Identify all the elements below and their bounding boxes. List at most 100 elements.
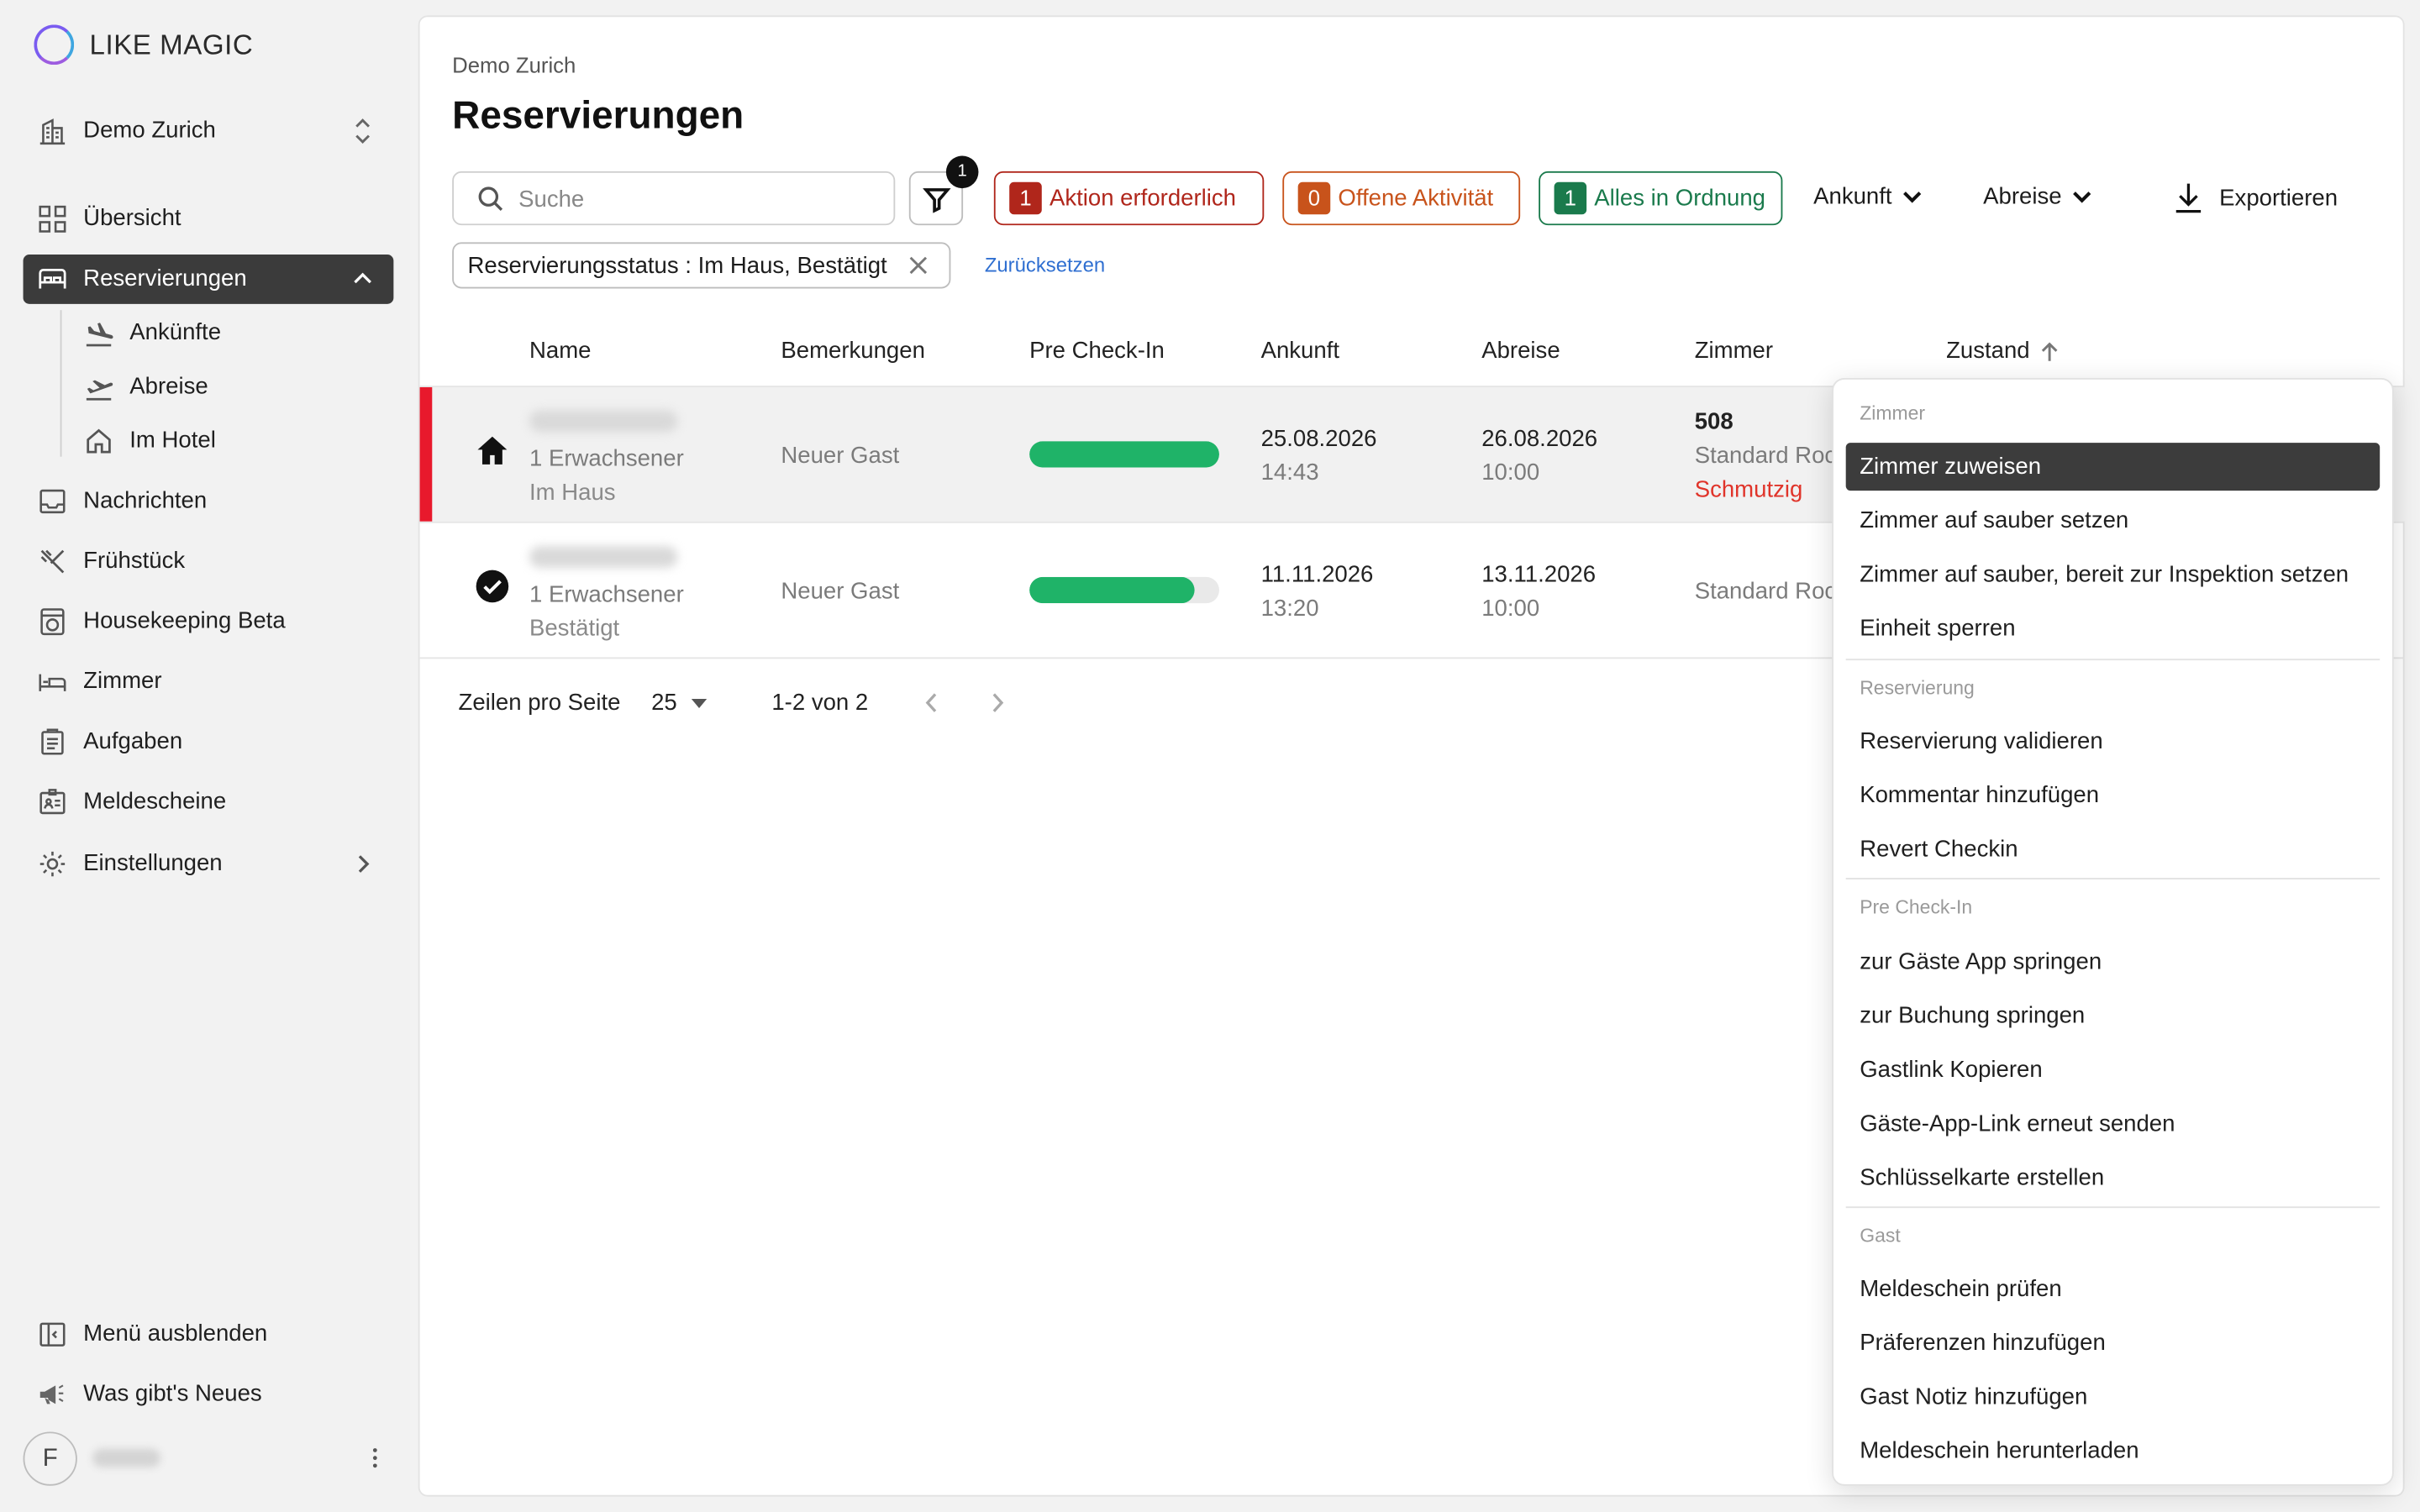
breadcrumb[interactable]: Demo Zurich xyxy=(452,52,576,76)
collapse-menu-button[interactable]: Menü ausblenden xyxy=(24,1310,394,1359)
caret-down-icon xyxy=(691,698,707,708)
sidebar-item-label: Nachrichten xyxy=(83,487,208,514)
column-header-arrival[interactable]: Ankunft xyxy=(1261,338,1339,364)
room-number: 508 xyxy=(1694,408,1733,435)
grid-icon xyxy=(37,203,68,234)
pill-count: 1 xyxy=(1554,181,1587,215)
dropdown-label: Ankunft xyxy=(1813,183,1892,210)
gear-icon xyxy=(37,848,68,879)
sidebar-item-label: Frühstück xyxy=(83,548,186,575)
menu-item-add-comment[interactable]: Kommentar hinzufügen xyxy=(1846,771,2380,819)
property-selector[interactable]: Demo Zurich xyxy=(24,107,394,156)
sidebar-item-rooms[interactable]: Zimmer xyxy=(24,657,394,706)
export-button[interactable]: Exportieren xyxy=(2173,181,2338,214)
pill-count: 0 xyxy=(1297,181,1331,215)
download-icon xyxy=(2173,181,2204,214)
close-icon[interactable] xyxy=(908,255,929,276)
column-header-notes[interactable]: Bemerkungen xyxy=(781,338,925,364)
menu-item-assign-room[interactable]: Zimmer zuweisen xyxy=(1845,443,2381,491)
guest-name-blurred xyxy=(529,410,678,433)
sidebar-item-label: Reservierungen xyxy=(83,265,247,292)
menu-item-add-guest-note[interactable]: Gast Notiz hinzufügen xyxy=(1846,1373,2380,1421)
sidebar-item-label: Im Hotel xyxy=(129,427,216,454)
pill-label: Offene Aktivität xyxy=(1338,185,1494,212)
sidebar-collapse-icon xyxy=(37,1319,68,1350)
whats-new-button[interactable]: Was gibt's Neues xyxy=(24,1370,394,1420)
sidebar-item-reservations[interactable]: Reservierungen xyxy=(23,255,394,304)
pill-label: Alles in Ordnung xyxy=(1594,185,1766,212)
user-name-blurred xyxy=(92,1448,161,1467)
brand-logo[interactable]: LIKE MAGIC xyxy=(34,24,254,66)
more-vertical-icon[interactable] xyxy=(371,1444,380,1472)
progress-fill xyxy=(1029,441,1219,468)
rows-per-page-select[interactable]: 25 xyxy=(651,690,707,716)
column-header-label: Zustand xyxy=(1946,338,2030,365)
menu-item-create-keycard[interactable]: Schlüsselkarte erstellen xyxy=(1846,1154,2380,1202)
page-title: Reservierungen xyxy=(452,94,744,138)
column-header-departure[interactable]: Abreise xyxy=(1481,338,1560,364)
chevron-right-icon xyxy=(356,853,371,875)
arrival-dropdown[interactable]: Ankunft xyxy=(1813,184,1923,210)
status-pill-action-required[interactable]: 1 Aktion erforderlich xyxy=(993,171,1265,226)
menu-item-add-preferences[interactable]: Präferenzen hinzufügen xyxy=(1846,1319,2380,1367)
next-page-icon[interactable] xyxy=(991,691,1006,715)
menu-item-check-registration[interactable]: Meldeschein prüfen xyxy=(1846,1265,2380,1313)
search-input[interactable] xyxy=(518,180,874,218)
search-field[interactable] xyxy=(452,171,896,226)
brand-name: LIKE MAGIC xyxy=(89,28,254,60)
departure-time: 10:00 xyxy=(1481,595,1540,622)
column-header-name[interactable]: Name xyxy=(529,338,591,364)
sidebar-item-housekeeping[interactable]: Housekeeping Beta xyxy=(24,597,394,647)
search-icon xyxy=(477,185,505,213)
rows-per-page-value: 25 xyxy=(651,690,677,717)
reset-filters-link[interactable]: Zurücksetzen xyxy=(985,253,1105,276)
room-condition: Schmutzig xyxy=(1694,476,1803,503)
sidebar-item-settings[interactable]: Einstellungen xyxy=(24,839,394,889)
reservation-state: Im Haus xyxy=(529,480,616,507)
menu-item-validate-reservation[interactable]: Reservierung validieren xyxy=(1846,717,2380,765)
menu-item-lock-unit[interactable]: Einheit sperren xyxy=(1846,605,2380,653)
departure-dropdown[interactable]: Abreise xyxy=(1983,184,2092,210)
column-header-room[interactable]: Zimmer xyxy=(1695,338,1773,364)
logo-ring-icon xyxy=(34,24,75,66)
menu-divider xyxy=(1845,878,2381,879)
sidebar-item-messages[interactable]: Nachrichten xyxy=(24,477,394,527)
sidebar-item-label: Housekeeping Beta xyxy=(83,607,286,634)
remark: Neuer Gast xyxy=(781,578,900,605)
guest-name-blurred xyxy=(529,546,678,568)
filter-count-badge: 1 xyxy=(945,155,979,189)
avatar[interactable]: F xyxy=(23,1431,77,1486)
bed-frame-icon xyxy=(37,666,68,697)
sidebar-item-label: Übersicht xyxy=(83,205,182,232)
chevron-down-icon xyxy=(1902,189,1923,204)
menu-item-open-guest-app[interactable]: zur Gäste App springen xyxy=(1846,938,2380,986)
washing-machine-icon xyxy=(37,606,68,638)
pill-count: 1 xyxy=(1009,181,1042,215)
menu-item-set-room-clean[interactable]: Zimmer auf sauber setzen xyxy=(1846,496,2380,544)
status-pill-all-ok[interactable]: 1 Alles in Ordnung xyxy=(1539,171,1783,226)
previous-page-icon[interactable] xyxy=(923,691,938,715)
menu-divider xyxy=(1845,659,2381,661)
menu-item-copy-guest-link[interactable]: Gastlink Kopieren xyxy=(1846,1046,2380,1094)
dropdown-label: Abreise xyxy=(1983,183,2062,210)
menu-item-set-room-inspect[interactable]: Zimmer auf sauber, bereit zur Inspektion… xyxy=(1846,551,2380,599)
arrival-time: 13:20 xyxy=(1260,595,1319,622)
sidebar-item-registration-forms[interactable]: Meldescheine xyxy=(24,778,394,827)
active-filter-chip[interactable]: Reservierungsstatus : Im Haus, Bestätigt xyxy=(452,242,951,289)
menu-item-resend-guest-app-link[interactable]: Gäste-App-Link erneut senden xyxy=(1846,1100,2380,1148)
column-header-status[interactable]: Zustand xyxy=(1946,338,2059,364)
menu-item-revert-checkin[interactable]: Revert Checkin xyxy=(1846,826,2380,874)
sidebar-item-breakfast[interactable]: Frühstück xyxy=(24,537,394,586)
sidebar-item-label: Einstellungen xyxy=(83,850,223,877)
menu-item-open-booking[interactable]: zur Buchung springen xyxy=(1846,992,2380,1040)
rows-per-page-label: Zeilen pro Seite xyxy=(458,690,621,717)
departure-date: 13.11.2026 xyxy=(1481,561,1597,588)
progress-fill xyxy=(1029,576,1195,604)
menu-item-download-registration[interactable]: Meldeschein herunterladen xyxy=(1846,1427,2380,1475)
sidebar-item-overview[interactable]: Übersicht xyxy=(24,194,394,244)
plane-takeoff-icon xyxy=(83,372,114,403)
column-header-precheckin[interactable]: Pre Check-In xyxy=(1029,338,1165,364)
status-pill-open-activity[interactable]: 0 Offene Aktivität xyxy=(1282,171,1521,226)
action-required-marker xyxy=(419,387,433,522)
sidebar-item-tasks[interactable]: Aufgaben xyxy=(24,717,394,767)
